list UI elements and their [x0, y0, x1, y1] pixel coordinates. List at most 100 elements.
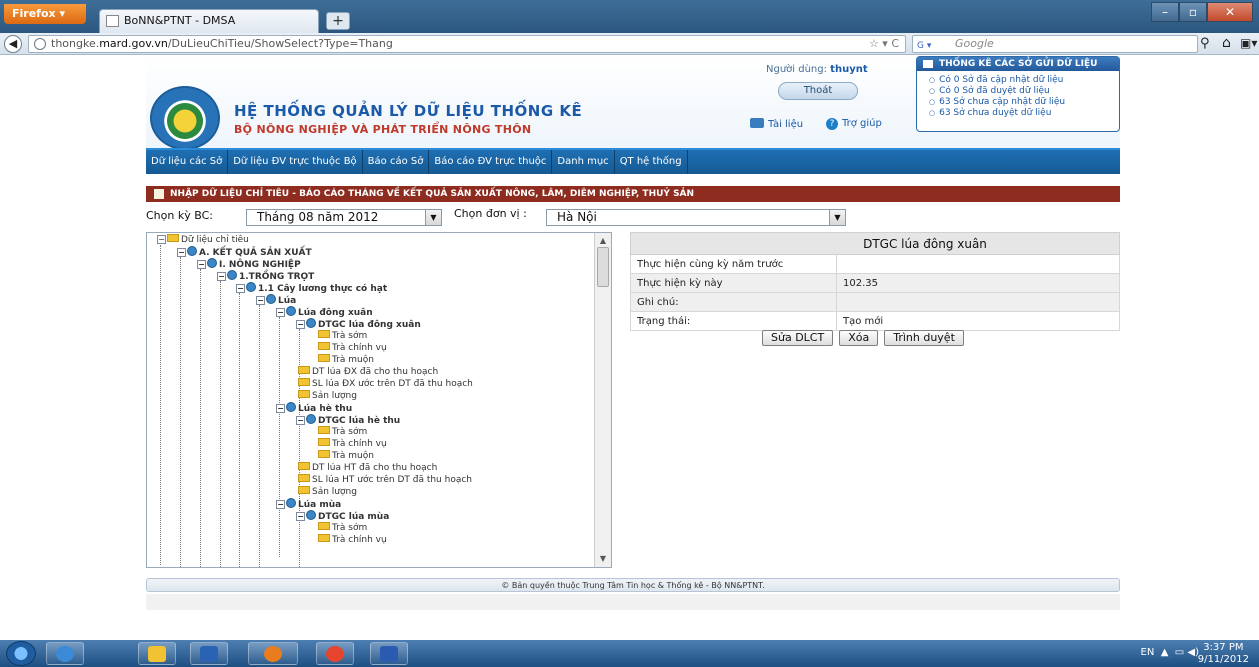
- node-icon: [227, 270, 237, 280]
- detail-row: Thực hiện cùng kỳ năm trước: [630, 254, 1120, 274]
- media-player-taskbar-icon[interactable]: [190, 642, 228, 665]
- detail-value[interactable]: [836, 254, 1120, 274]
- scroll-up-icon[interactable]: ▲: [596, 234, 610, 248]
- scroll-thumb[interactable]: [597, 247, 609, 287]
- tree-node[interactable]: − Lúa đông xuân: [276, 306, 373, 318]
- menu-item-so-report[interactable]: Báo cáo Sở: [363, 150, 430, 174]
- menu-item-unit-report[interactable]: Báo cáo ĐV trực thuộc: [429, 150, 553, 174]
- detail-value[interactable]: 102.35: [836, 273, 1120, 293]
- unit-select[interactable]: Hà Nội ▼: [546, 209, 846, 226]
- tree-node[interactable]: − Lúa: [256, 294, 296, 306]
- folder-icon: [298, 474, 310, 482]
- site-subtitle: BỘ NÔNG NGHIỆP VÀ PHÁT TRIỂN NÔNG THÔN: [234, 123, 532, 136]
- firefox-taskbar-icon[interactable]: [248, 642, 298, 665]
- tree-node[interactable]: − Dữ liệu chỉ tiêu: [157, 234, 249, 246]
- submit-review-button[interactable]: Trình duyệt: [884, 330, 964, 346]
- tree-node[interactable]: − Lúa hè thu: [276, 402, 352, 414]
- back-button[interactable]: ◀: [4, 35, 22, 53]
- word-taskbar-icon[interactable]: [370, 642, 408, 665]
- new-tab-button[interactable]: +: [326, 12, 350, 30]
- tree-node[interactable]: DT lúa HT đã cho thu hoạch: [298, 462, 437, 474]
- stats-item[interactable]: Có 0 Sở đã cập nhật dữ liệu: [929, 75, 1119, 86]
- search-icon[interactable]: ⚲: [1200, 36, 1216, 52]
- tree-node[interactable]: − Lúa mùa: [276, 498, 341, 510]
- delete-button[interactable]: Xóa: [839, 330, 879, 346]
- close-window-button[interactable]: ✕: [1207, 2, 1253, 22]
- maximize-button[interactable]: ▫: [1179, 2, 1207, 22]
- menu-item-catalog[interactable]: Danh mục: [552, 150, 615, 174]
- logout-button[interactable]: Thoát: [778, 82, 858, 100]
- tree-node[interactable]: DT lúa ĐX đã cho thu hoạch: [298, 366, 438, 378]
- tree-node[interactable]: Trà chính vụ: [318, 342, 387, 354]
- tree-scrollbar[interactable]: ▲ ▼: [594, 233, 611, 567]
- tree-node-label: Lúa: [278, 296, 297, 306]
- tree-node[interactable]: Trà muộn: [318, 354, 374, 366]
- detail-label: Ghi chú:: [630, 292, 837, 312]
- scroll-down-icon[interactable]: ▼: [596, 552, 610, 566]
- menu-item-unit-data[interactable]: Dữ liệu ĐV trực thuộc Bộ: [228, 150, 363, 174]
- help-link[interactable]: ? Trợ giúp: [826, 118, 882, 130]
- network-icon[interactable]: ▭: [1175, 647, 1184, 658]
- stats-item[interactable]: Có 0 Sở đã duyệt dữ liệu: [929, 86, 1119, 97]
- ie-taskbar-icon[interactable]: [46, 642, 84, 665]
- tree-node-label: A. KẾT QUẢ SẢN XUẤT: [199, 248, 312, 258]
- tree-node[interactable]: Sản lượng: [298, 486, 357, 498]
- node-icon: [306, 414, 316, 424]
- tree-node-label: Sản lượng: [312, 391, 357, 401]
- detail-row: Trạng thái: Tạo mới: [630, 311, 1120, 331]
- tree-node[interactable]: Trà sớm: [318, 426, 367, 438]
- folder-icon: [318, 534, 330, 542]
- tree-node[interactable]: − A. KẾT QUẢ SẢN XUẤT: [177, 246, 312, 258]
- stats-header: THỐNG KÊ CÁC SỞ GỬI DỮ LIỆU: [917, 57, 1119, 71]
- chevron-down-icon[interactable]: ▼: [829, 210, 845, 225]
- chrome-taskbar-icon[interactable]: [316, 642, 354, 665]
- tree-node-label: Trà muộn: [332, 355, 374, 365]
- period-select[interactable]: Tháng 08 năm 2012 ▼: [246, 209, 442, 226]
- google-icon[interactable]: G ▾: [917, 38, 947, 51]
- minimize-button[interactable]: –: [1151, 2, 1179, 22]
- user-label: Người dùng:: [766, 64, 831, 75]
- stats-item[interactable]: 63 Sở chưa cập nhật dữ liệu: [929, 97, 1119, 108]
- detail-label: Thực hiện cùng kỳ năm trước: [630, 254, 837, 274]
- stats-title: THỐNG KÊ CÁC SỞ GỬI DỮ LIỆU: [939, 59, 1098, 69]
- logout-label: Thoát: [803, 85, 833, 96]
- menu-item-system-admin[interactable]: QT hệ thống: [615, 150, 688, 174]
- tree-node[interactable]: − I. NÔNG NGHIỆP: [197, 258, 301, 270]
- tree-node[interactable]: − DTGC lúa mùa: [296, 510, 389, 522]
- detail-value[interactable]: [836, 292, 1120, 312]
- firefox-menu-button[interactable]: Firefox ▾: [4, 4, 86, 24]
- detail-row: Ghi chú:: [630, 292, 1120, 312]
- chevron-down-icon[interactable]: ▼: [425, 210, 441, 225]
- tree-node-label: DT lúa ĐX đã cho thu hoạch: [312, 367, 439, 377]
- tree-node-label: Lúa mùa: [298, 500, 342, 510]
- home-icon[interactable]: ⌂: [1222, 35, 1231, 51]
- tree-node[interactable]: SL lúa HT ước trên DT đã thu hoạch: [298, 474, 472, 486]
- menu-item-so-data[interactable]: Dữ liệu các Sở: [146, 150, 229, 174]
- tray-arrow-icon[interactable]: ▲: [1158, 647, 1172, 658]
- explorer-taskbar-icon[interactable]: [138, 642, 176, 665]
- detail-actions: Sửa DLCT Xóa Trình duyệt: [762, 330, 964, 346]
- tree-node[interactable]: −1.1 Cây lương thực có hạt: [236, 282, 387, 294]
- taskbar-clock[interactable]: 3:37 PM 9/11/2012: [1198, 642, 1249, 666]
- address-bar[interactable]: thongke.mard.gov.vn/DuLieuChiTieu/ShowSe…: [28, 35, 906, 53]
- browser-tab[interactable]: BoNN&PTNT - DMSA: [99, 9, 319, 33]
- docs-link[interactable]: Tài liệu: [750, 118, 803, 130]
- edit-button[interactable]: Sửa DLCT: [762, 330, 834, 346]
- search-bar[interactable]: G ▾ Google: [912, 35, 1198, 53]
- url-actions-icon[interactable]: ☆ ▾ C: [869, 36, 899, 52]
- tree-node[interactable]: Sản lượng: [298, 390, 357, 402]
- tree-node[interactable]: Trà sớm: [318, 522, 367, 534]
- tree-node[interactable]: Trà chính vụ: [318, 534, 387, 546]
- tree-node[interactable]: Trà chính vụ: [318, 438, 387, 450]
- stats-item[interactable]: 63 Sở chưa duyệt dữ liệu: [929, 108, 1119, 119]
- tree-node[interactable]: −1.TRỒNG TRỌT: [217, 270, 314, 282]
- tree-node-label: 1.1 Cây lương thực có hạt: [258, 284, 388, 294]
- tree-node[interactable]: Trà muộn: [318, 450, 374, 462]
- tree-node[interactable]: SL lúa ĐX ước trên DT đã thu hoạch: [298, 378, 473, 390]
- bookmarks-menu-icon[interactable]: ▣▾: [1240, 36, 1257, 50]
- language-indicator[interactable]: EN: [1141, 647, 1155, 658]
- tree-node[interactable]: − DTGC lúa hè thu: [296, 414, 400, 426]
- tree-node[interactable]: Trà sớm: [318, 330, 367, 342]
- start-button[interactable]: [6, 641, 36, 666]
- tree-node[interactable]: − DTGC lúa đông xuân: [296, 318, 421, 330]
